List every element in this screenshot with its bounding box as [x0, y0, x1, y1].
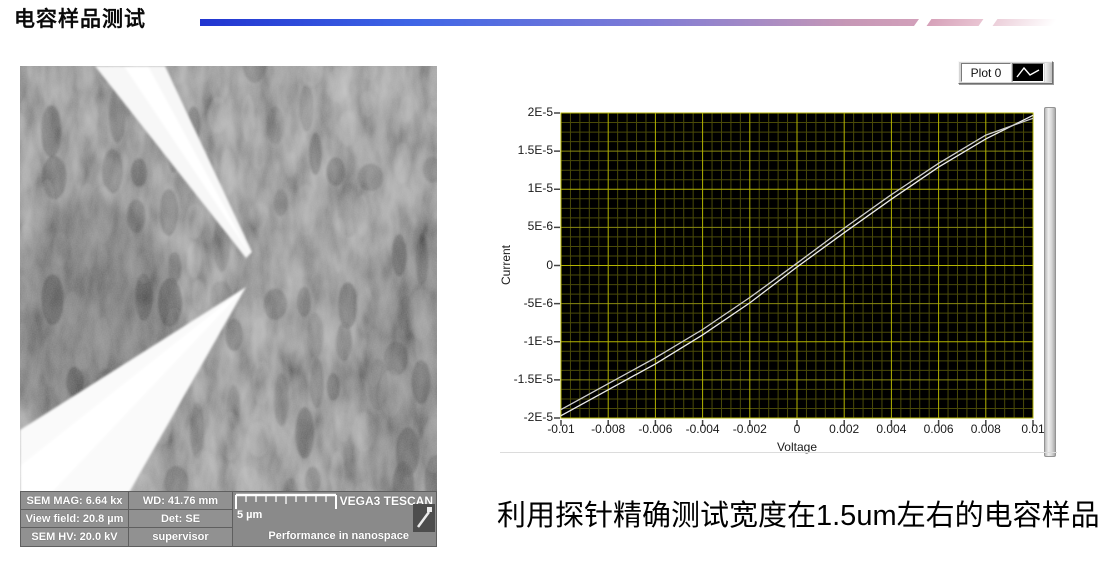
line-style-icon: [1012, 63, 1044, 82]
plot-area[interactable]: [553, 108, 1043, 430]
sem-mag-value: SEM MAG: 6.64 kx: [21, 492, 128, 509]
x-tick-label: 0.01: [1007, 422, 1059, 436]
y-tick-label: 5E-6: [499, 219, 553, 233]
y-tick-label: 2E-5: [499, 105, 553, 119]
scale-bar-label: 5 µm: [237, 509, 262, 521]
x-tick-label: 0.002: [818, 422, 870, 436]
scale-bar-ruler: [235, 493, 339, 509]
y-tick-label: 1E-5: [499, 181, 553, 195]
sem-hv-value: SEM HV: 20.0 kV: [21, 528, 128, 546]
sem-view-field-value: View field: 20.8 µm: [21, 510, 128, 527]
sem-detector-value: Det: SE: [129, 510, 232, 527]
caption-text: 利用探针精确测试宽度在1.5um左右的电容样品: [497, 492, 1101, 534]
x-tick-label: -0.008: [582, 422, 634, 436]
y-tick-label: -5E-6: [499, 296, 553, 310]
x-tick-label: -0.01: [535, 422, 587, 436]
sem-image-canvas: [20, 66, 437, 547]
y-tick-label: 1.5E-5: [499, 143, 553, 157]
graph-scrollbar[interactable]: [1044, 107, 1056, 457]
title-accent-stripe: [927, 19, 984, 26]
slide: 电容样品测试: [0, 0, 1107, 561]
x-tick-label: -0.004: [677, 422, 729, 436]
sem-micrograph: SEM MAG: 6.64 kx WD: 41.76 mm View field…: [20, 66, 437, 547]
legend-grip: [1045, 63, 1052, 82]
x-tick-label: -0.002: [724, 422, 776, 436]
title-accent-bar: [200, 19, 919, 26]
y-tick-label: 0: [499, 258, 553, 272]
plot-legend[interactable]: Plot 0: [958, 61, 1053, 84]
tescan-logo-icon: [413, 504, 435, 532]
y-tick-label: -1.5E-5: [499, 372, 553, 386]
x-tick-label: 0: [771, 422, 823, 436]
x-tick-label: 0.004: [865, 422, 917, 436]
sem-info-bar: SEM MAG: 6.64 kx WD: 41.76 mm View field…: [20, 491, 437, 547]
graph-frame-line: [500, 452, 1057, 453]
plot-legend-label: Plot 0: [971, 66, 1002, 80]
sem-wd-value: WD: 41.76 mm: [129, 492, 232, 509]
x-tick-label: 0.008: [960, 422, 1012, 436]
title-accent-stripe: [993, 19, 1058, 26]
page-title: 电容样品测试: [14, 3, 146, 33]
x-tick-label: 0.006: [913, 422, 965, 436]
x-tick-label: -0.006: [629, 422, 681, 436]
sem-tagline: Performance in nanospace: [268, 530, 409, 542]
y-tick-label: -1E-5: [499, 334, 553, 348]
sem-info-right-panel: VEGA3 TESCAN 5 µm Performance in nanospa…: [233, 492, 436, 546]
sem-operator-value: supervisor: [129, 528, 232, 546]
